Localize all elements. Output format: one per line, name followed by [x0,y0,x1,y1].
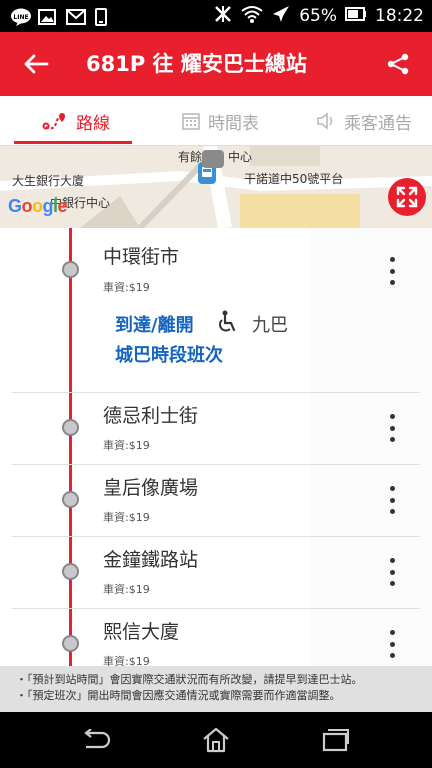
list-item[interactable]: 皇后像廣場 車資:$19 [0,465,432,537]
stop-fare: 車資:$19 [103,511,150,524]
list-item[interactable]: 德忌利士街 車資:$19 [0,393,432,465]
stop-fare: 車資:$19 [103,281,150,294]
wheelchair-icon [216,310,238,338]
operator-label: 九巴 [252,315,288,336]
notification-icons: LINE [0,8,114,26]
dot [389,486,395,491]
stop-name: 熙信大廈 [103,621,180,643]
back-nav-icon [84,729,111,749]
system-status: 65% 18:22 [213,0,424,32]
map-label: 干諾道中50號平台 [244,172,344,186]
back-button[interactable] [18,48,54,80]
share-button[interactable] [384,50,412,78]
line-icon: LINE [10,8,31,26]
route-map[interactable]: 有餘 中心 大生銀行大廈 干諾道中50號平台 中銀行中心 Google [0,146,432,228]
tab-timetable[interactable]: 時間表 [182,96,259,146]
expand-map-button[interactable] [388,178,426,216]
arrival-departure-link[interactable]: 到達/離開 [115,311,194,337]
app-bar: 681P 往 耀安巴士總站 [0,32,432,96]
tab-route-label: 路線 [76,113,110,134]
stop-fare: 車資:$19 [103,583,150,596]
station-marker-icon [202,150,224,168]
dot [389,581,395,586]
nav-recents-button[interactable] [318,726,352,754]
stop-name: 皇后像廣場 [103,477,199,499]
stop-name: 金鐘鐵路站 [103,549,199,571]
stop-fare: 車資:$19 [103,655,150,666]
dot [389,569,395,575]
system-nav-bar [0,712,432,768]
stop-marker [62,635,79,652]
more-options-button[interactable] [386,414,398,442]
dot [389,641,395,647]
list-item[interactable]: 金鐘鐵路站 車資:$19 [0,537,432,609]
disclaimer-line: ・「預計到站時間」會因實際交通狀況而有所改變，請提早到達巴士站。 [16,673,363,686]
dot [389,558,395,563]
list-item[interactable]: 中環街市 車資:$19 到達/離開 九巴 城巴時段班次 [0,228,432,393]
expand-icon [396,186,418,208]
nav-home-button[interactable] [199,726,233,754]
more-options-button[interactable] [386,558,398,586]
dot [389,414,395,419]
stop-name: 中環街市 [103,246,180,268]
svg-text:LINE: LINE [13,14,28,21]
stop-marker [62,261,79,278]
tab-route[interactable]: 路線 [42,96,110,146]
stop-list: 中環街市 車資:$19 到達/離開 九巴 城巴時段班次 德忌利士街 車資:$19… [0,228,432,666]
disclaimer-line: ・「預定班次」開出時間會因應交通情況或實際需要而作適當調整。 [16,689,341,702]
phone-icon [94,8,114,26]
tab-notices-label: 乘客通告 [344,113,412,134]
more-options-button[interactable] [386,630,398,658]
calendar-icon [182,113,200,130]
stop-name: 德忌利士街 [103,405,199,427]
active-tab-indicator [14,141,132,144]
list-item[interactable]: 熙信大廈 車資:$19 [0,609,432,666]
dot [389,268,395,274]
battery-icon [345,6,367,27]
dot [389,653,395,658]
tab-timetable-label: 時間表 [208,113,259,134]
gmail-icon [66,8,86,25]
dot [389,509,395,514]
dot [389,425,395,431]
share-icon [387,53,409,75]
stop-marker [62,491,79,508]
schedule-link[interactable]: 城巴時段班次 [115,341,223,367]
status-bar: LINE 65% 18:22 [0,0,432,32]
stop-marker [62,419,79,436]
dot [389,497,395,503]
recents-nav-icon [322,729,349,752]
back-arrow-icon [24,54,49,74]
dot [389,630,395,635]
nav-back-button[interactable] [80,726,114,754]
more-options-button[interactable] [386,486,398,514]
page-title: 681P 往 耀安巴士總站 [86,52,307,76]
speaker-icon [317,112,333,130]
disclaimer-notes: ・「預計到站時間」會因實際交通狀況而有所改變，請提早到達巴士站。 ・「預定班次」… [0,666,432,712]
dot [389,257,395,262]
more-options-button[interactable] [386,257,398,285]
wifi-icon [241,5,263,28]
tab-notices[interactable]: 乘客通告 [316,96,412,146]
stop-marker [62,563,79,580]
dot [389,437,395,442]
airplane-icon [271,4,291,29]
map-label: 大生銀行大廈 [12,174,85,188]
home-nav-icon [203,727,229,753]
stop-fare: 車資:$19 [103,439,150,452]
dot [389,280,395,285]
battery-percent: 65% [299,6,337,26]
tab-bar: 路線 時間表 乘客通告 [0,96,432,146]
image-icon [38,8,58,25]
google-logo: Google [8,196,68,216]
route-icon [42,113,65,130]
map-label: 中心 [228,150,253,164]
clock: 18:22 [375,6,424,26]
mute-icon [213,4,233,29]
